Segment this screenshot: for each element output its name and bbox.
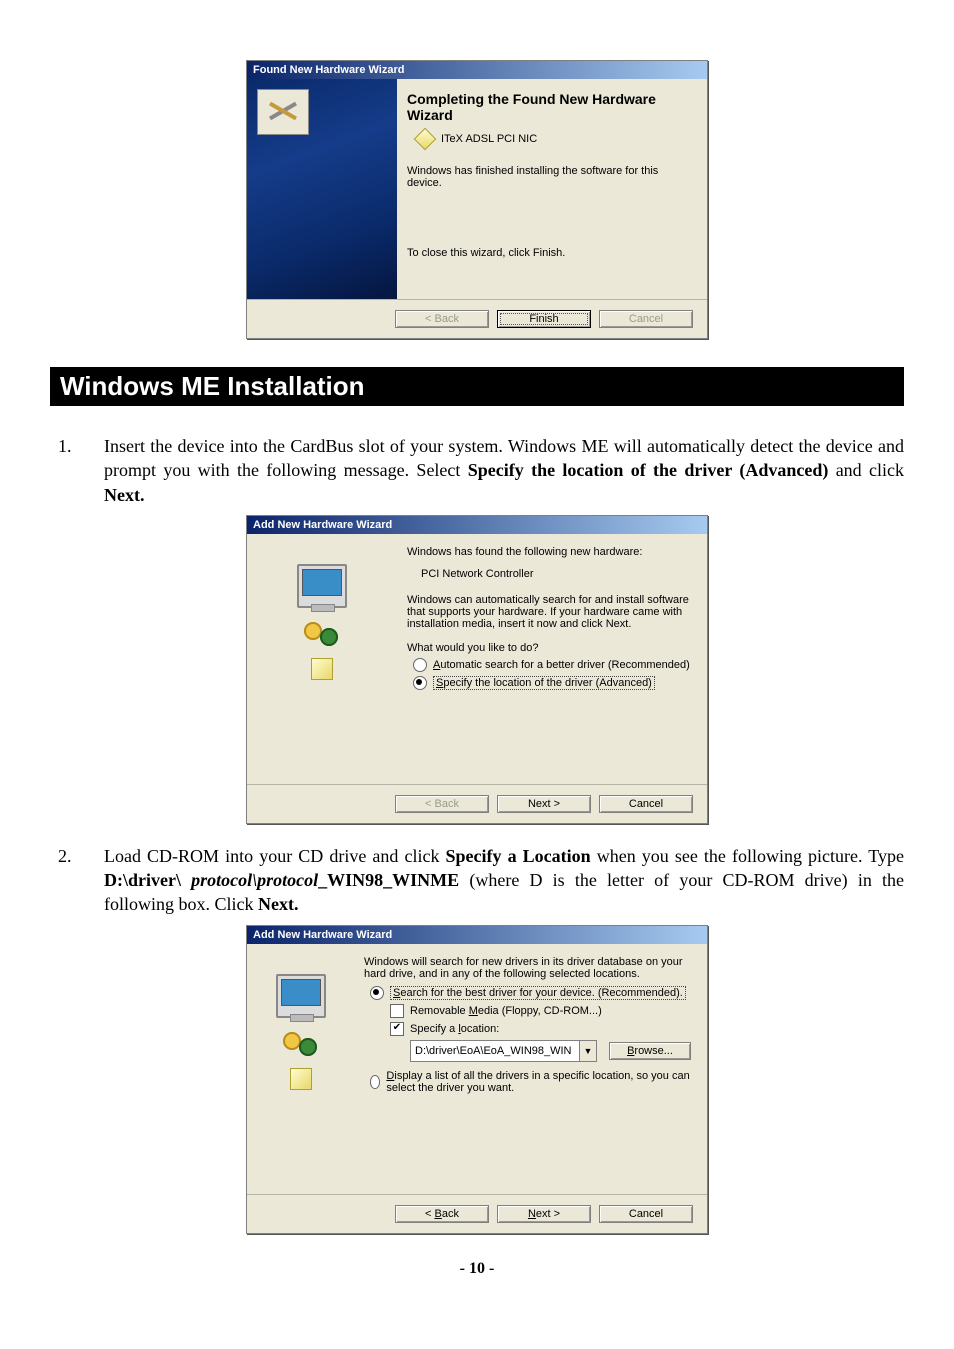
titlebar: Add New Hardware Wizard bbox=[247, 926, 707, 944]
checkbox-removable-media[interactable]: Removable Media (Floppy, CD-ROM...) bbox=[390, 1004, 691, 1018]
back-button[interactable]: < Back bbox=[395, 1205, 489, 1223]
add-new-hardware-wizard-2: Add New Hardware Wizard Windows will sea… bbox=[246, 925, 708, 1234]
found-hardware-text: Windows has found the following new hard… bbox=[407, 546, 691, 558]
wizard-sidebar-graphic bbox=[247, 79, 397, 299]
radio-automatic-search[interactable]: Automatic search for a better driver (Re… bbox=[413, 658, 691, 672]
checkbox-specify-location[interactable]: Specify a location: bbox=[390, 1022, 691, 1036]
radio-icon bbox=[413, 658, 427, 672]
radio-specify-location[interactable]: Specify the location of the driver (Adva… bbox=[413, 676, 691, 690]
page-number: - 10 - bbox=[50, 1260, 904, 1278]
diamond-icon bbox=[311, 658, 333, 680]
back-button: < Back bbox=[395, 795, 489, 813]
browse-button[interactable]: Browse... bbox=[609, 1042, 691, 1060]
radio-icon bbox=[370, 986, 384, 1000]
wizard-description: Windows will search for new drivers in i… bbox=[364, 956, 691, 980]
device-icon bbox=[414, 128, 437, 151]
wizard-status-text: Windows has finished installing the soft… bbox=[407, 165, 691, 189]
gears-icon bbox=[302, 618, 342, 648]
step-1: Insert the device into the CardBus slot … bbox=[76, 434, 904, 507]
gears-icon bbox=[281, 1028, 321, 1058]
titlebar: Found New Hardware Wizard bbox=[247, 61, 707, 79]
next-button[interactable]: Next > bbox=[497, 1205, 591, 1223]
add-new-hardware-wizard-1: Add New Hardware Wizard Windows has foun… bbox=[246, 515, 708, 824]
checkbox-icon bbox=[390, 1004, 404, 1018]
chevron-down-icon[interactable]: ▼ bbox=[579, 1041, 596, 1061]
diamond-icon bbox=[290, 1068, 312, 1090]
location-path-combo[interactable]: ▼ bbox=[410, 1040, 597, 1062]
radio-icon bbox=[370, 1075, 380, 1089]
wizard-sidebar-graphic bbox=[247, 944, 354, 1194]
wizard-question: What would you like to do? bbox=[407, 642, 691, 654]
device-name: ITeX ADSL PCI NIC bbox=[441, 133, 537, 145]
device-name: PCI Network Controller bbox=[421, 568, 691, 580]
found-new-hardware-wizard: Found New Hardware Wizard Completing the… bbox=[246, 60, 708, 339]
cancel-button[interactable]: Cancel bbox=[599, 1205, 693, 1223]
finish-button[interactable]: Finish bbox=[497, 310, 591, 328]
wizard-description: Windows can automatically search for and… bbox=[407, 594, 691, 630]
hardware-icon bbox=[266, 97, 300, 127]
back-button: < Back bbox=[395, 310, 489, 328]
location-path-input[interactable] bbox=[411, 1041, 579, 1061]
titlebar: Add New Hardware Wizard bbox=[247, 516, 707, 534]
radio-search-best-driver[interactable]: Search for the best driver for your devi… bbox=[370, 986, 691, 1000]
radio-display-list[interactable]: Display a list of all the drivers in a s… bbox=[370, 1070, 691, 1094]
wizard-sidebar-graphic bbox=[247, 534, 397, 784]
section-heading: Windows ME Installation bbox=[50, 367, 904, 406]
cancel-button: Cancel bbox=[599, 310, 693, 328]
checkbox-icon bbox=[390, 1022, 404, 1036]
monitor-icon bbox=[276, 974, 326, 1018]
wizard-close-hint: To close this wizard, click Finish. bbox=[407, 247, 691, 259]
radio-icon bbox=[413, 676, 427, 690]
monitor-icon bbox=[297, 564, 347, 608]
cancel-button[interactable]: Cancel bbox=[599, 795, 693, 813]
next-button[interactable]: Next > bbox=[497, 795, 591, 813]
wizard-heading: Completing the Found New Hardware Wizard bbox=[407, 91, 691, 123]
step-2: Load CD-ROM into your CD drive and click… bbox=[76, 844, 904, 917]
